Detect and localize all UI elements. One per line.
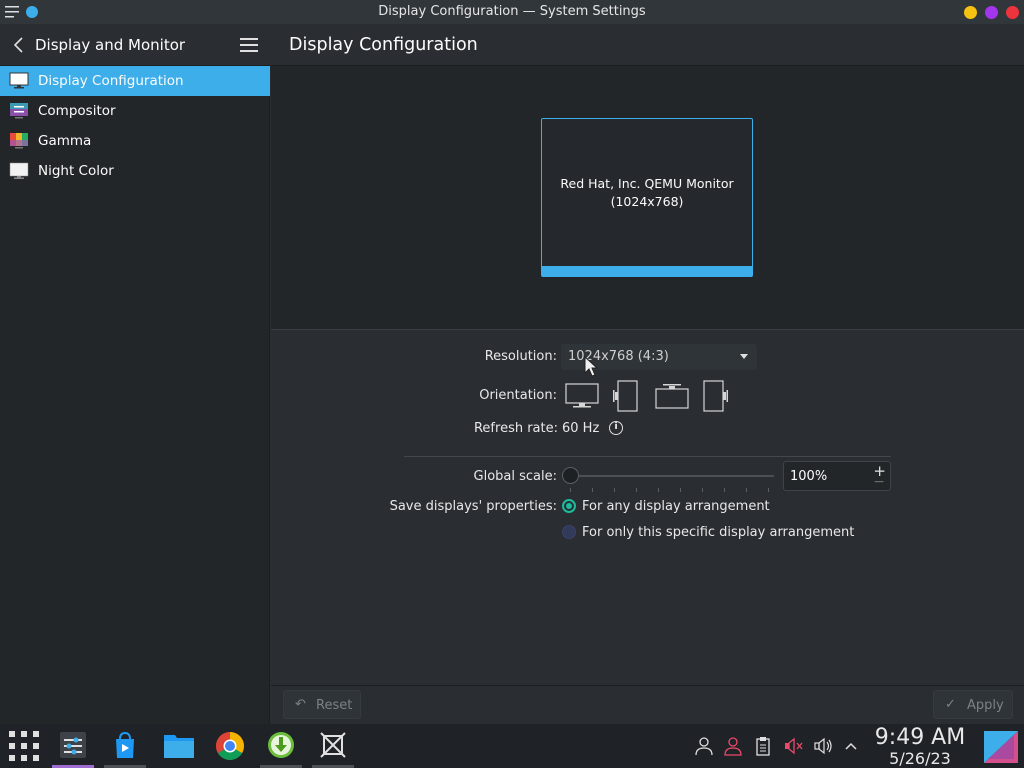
info-icon[interactable]: i [609,421,623,435]
slider-tick [702,488,703,492]
downloader-icon [268,732,294,758]
minus-icon[interactable]: − [873,474,885,490]
radio-specific-arrangement[interactable] [562,525,576,539]
slider-tick [746,488,747,492]
radio-label: For any display arrangement [582,499,770,514]
taskbar-chrome[interactable] [206,724,252,768]
slider-tick [680,488,681,492]
chevron-down-icon [740,354,748,359]
volume-muted-icon[interactable] [783,736,803,756]
monitor-arrangement-area: Red Hat, Inc. QEMU Monitor (1024x768) [271,66,1024,330]
orientation-portrait-right-icon[interactable] [697,379,737,413]
clock-date: 5/26/23 [889,749,951,768]
sidebar-item-gamma[interactable]: Gamma [0,126,270,156]
digital-clock[interactable]: 9:49 AM 5/26/23 [872,726,968,768]
slider-tick [614,488,615,492]
user-icon[interactable] [694,736,714,756]
sidebar-item-display-configuration[interactable]: Display Configuration [0,66,270,96]
slider-tick [768,488,769,492]
display-settings-panel: Resolution: 1024x768 (4:3) Orientation: … [271,331,1024,685]
files-icon [164,735,194,758]
title-bar: Display Configuration — System Settings [0,0,1024,24]
monitor-name: Red Hat, Inc. QEMU Monitor [560,176,734,191]
radio-any-arrangement[interactable] [562,499,576,513]
orientation-flipped-icon[interactable] [652,379,692,413]
clock-time: 9:49 AM [874,725,966,750]
divider [404,456,891,457]
sidebar-item-label: Night Color [38,163,114,179]
sidebar-item-label: Gamma [38,133,92,149]
app-launcher-button[interactable] [0,724,46,768]
sidebar-title: Display and Monitor [35,36,186,54]
slider-tick [724,488,725,492]
system-settings-icon [60,732,86,758]
monitor-primary-bar [542,266,752,276]
monitor-icon [9,72,29,89]
mouse-cursor-icon [584,356,598,377]
monitor-resolution: (1024x768) [610,194,684,209]
button-bar: ↶ Reset ✓ Apply [271,685,1024,724]
show-desktop-icon[interactable] [984,731,1018,763]
radio-label: For only this specific display arrangeme… [582,525,855,540]
sidebar-item-label: Compositor [38,103,116,119]
refresh-rate-label: Refresh rate: [473,421,558,436]
clipboard-icon[interactable] [753,736,773,756]
global-scale-spinbox[interactable]: 100% + − [783,461,891,491]
hamburger-menu-icon[interactable] [240,38,258,52]
checkmark-icon: ✓ [945,697,956,712]
user-switch-icon[interactable] [723,736,743,756]
page-header: Display Configuration [271,24,1024,66]
save-properties-label: Save displays' properties: [389,499,557,514]
taskbar-files[interactable] [154,724,200,768]
back-arrow-icon[interactable] [12,37,26,53]
resolution-label: Resolution: [484,349,557,364]
maximize-button[interactable] [985,6,998,19]
reset-label: Reset [316,698,353,713]
sidebar-item-compositor[interactable]: Compositor [0,96,270,126]
slider-handle[interactable] [562,467,579,484]
slider-tick [570,488,571,492]
discover-icon [116,731,134,758]
chevron-up-icon[interactable] [841,736,861,756]
apply-button[interactable]: ✓ Apply [933,690,1013,719]
global-scale-slider[interactable] [562,466,780,492]
taskbar-downloader[interactable] [258,724,304,768]
reset-icon: ↶ [295,697,306,712]
monitor-preview[interactable]: Red Hat, Inc. QEMU Monitor (1024x768) [541,118,753,277]
orientation-landscape-icon[interactable] [562,379,602,413]
global-scale-label: Global scale: [473,469,557,484]
sidebar: Display and Monitor Display Configuratio… [0,24,270,724]
window-manager-icon [320,732,346,758]
chrome-icon [216,732,244,760]
orientation-portrait-left-icon[interactable] [607,379,647,413]
taskbar-system-settings[interactable] [50,724,96,768]
app-launcher-icon [9,731,39,761]
compositor-icon [10,103,28,119]
slider-tick [658,488,659,492]
slider-tick [636,488,637,492]
minimize-button[interactable] [964,6,977,19]
monitor-label: Red Hat, Inc. QEMU Monitor (1024x768) [542,175,752,211]
sidebar-item-night-color[interactable]: Night Color [0,156,270,186]
gamma-icon [10,133,28,149]
window-title: Display Configuration — System Settings [378,4,646,19]
taskbar: 9:49 AM 5/26/23 [0,724,1024,768]
slider-tick [592,488,593,492]
sidebar-item-label: Display Configuration [38,73,184,89]
global-scale-value: 100% [790,469,828,484]
close-button[interactable] [1006,6,1019,19]
sidebar-header: Display and Monitor [0,24,270,66]
apply-label: Apply [967,698,1004,713]
volume-icon[interactable] [813,736,833,756]
refresh-rate-value: 60 Hz [562,421,600,436]
page-title: Display Configuration [289,35,478,55]
night-color-icon [9,162,29,179]
orientation-label: Orientation: [479,388,557,403]
reset-button[interactable]: ↶ Reset [283,690,361,719]
slider-track [570,475,774,477]
taskbar-discover[interactable] [102,724,148,768]
taskbar-window-manager[interactable] [310,724,356,768]
